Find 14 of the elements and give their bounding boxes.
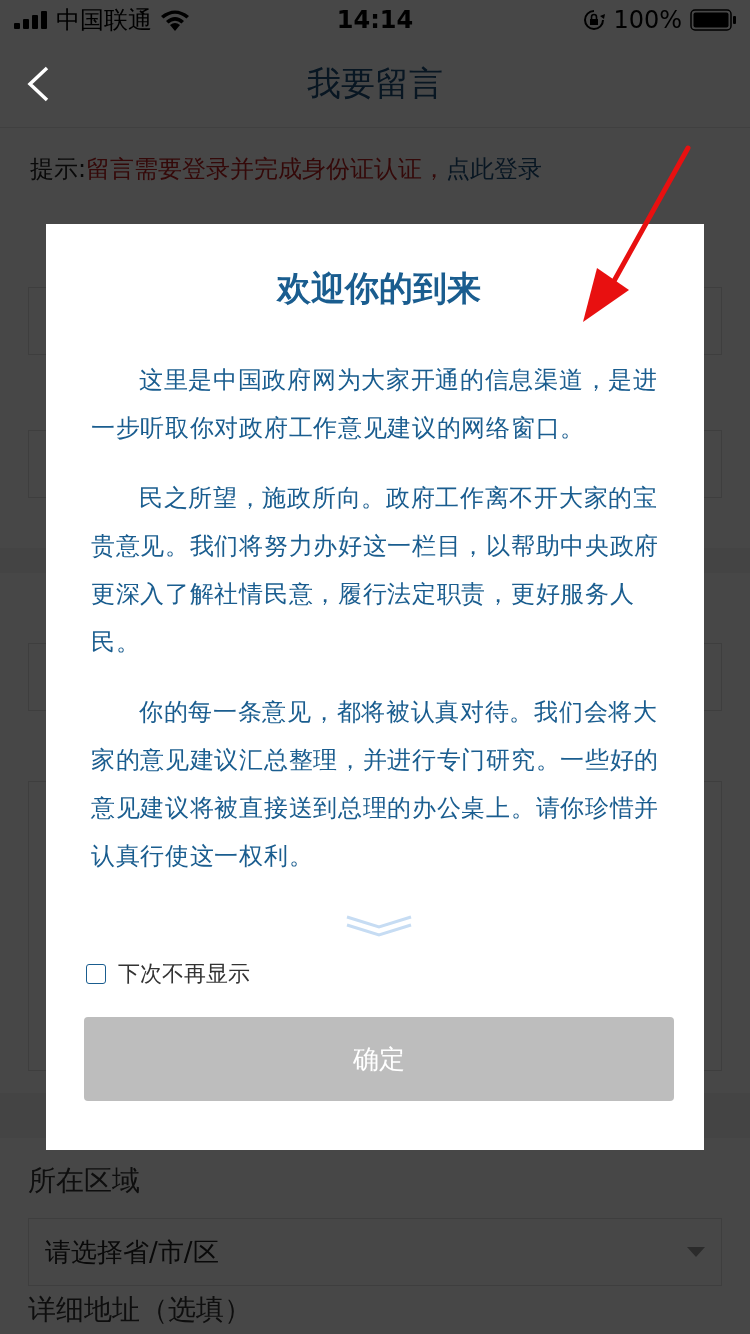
battery-percent: 100% (613, 6, 682, 34)
dialog-title: 欢迎你的到来 (275, 268, 482, 308)
field-label: 详细地址（选填） (28, 1294, 253, 1326)
back-icon[interactable] (26, 66, 50, 102)
login-hint: 提示:留言需要登录并完成身份证认证，点此登录 (30, 154, 543, 185)
dialog-paragraph: 你的每一条意见，都将被认真对待。我们会将大家的意见建议汇总整理，并进行专门研究。一些好的意见建议将被直接送到总理的办公桌上。请你珍惜并认真行使这一权利。 (91, 697, 661, 872)
carrier-name: 中国联通 (56, 5, 152, 36)
page-title: 我要留言 (307, 61, 443, 105)
dialog-paragraph: 民之所望，施政所向。政府工作离不开大家的宝贵意见。我们将努力办好这一栏目，以帮助中央政府更深入了解社情民意，履行法定职责，更好服务人民。 (91, 483, 661, 658)
clock-time: 14:14 (336, 6, 414, 34)
field-label: 所在区域 (28, 1163, 141, 1199)
dont-show-checkbox[interactable]: 下次不再显示 (86, 959, 250, 989)
login-link[interactable]: 点此登录 (446, 155, 543, 183)
dialog-paragraph: 这里是中国政府网为大家开通的信息渠道，是进一步听取你对政府工作意见建议的网络窗口。 (91, 365, 659, 444)
